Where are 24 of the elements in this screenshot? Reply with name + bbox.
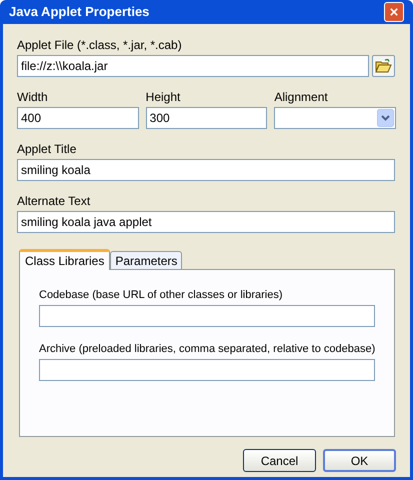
dialog-button[interactable]: OK: [323, 449, 396, 472]
field-label: Alternate Text: [17, 194, 92, 208]
input-field[interactable]: 300: [146, 107, 268, 129]
field-label: Alignment: [274, 90, 329, 104]
input-field[interactable]: [39, 359, 375, 381]
browse-button[interactable]: [372, 55, 395, 77]
tab[interactable]: Parameters: [110, 251, 182, 269]
tab[interactable]: Class Libraries: [19, 249, 110, 270]
field-label: Codebase (base URL of other classes or libraries): [39, 288, 283, 302]
field-label: Applet File (*.class, *.jar, *.cab): [17, 38, 183, 52]
window-title: Java Applet Properties: [9, 3, 150, 22]
field-label: Applet Title: [17, 142, 78, 156]
alignment-dropdown[interactable]: [274, 107, 396, 129]
field-label: Width: [17, 90, 49, 104]
close-button[interactable]: ×: [384, 2, 404, 22]
input-field[interactable]: file://z:\\koala.jar: [17, 55, 369, 77]
folder-icon: [375, 59, 392, 73]
input-field[interactable]: [39, 305, 375, 327]
input-field[interactable]: smiling koala: [17, 159, 395, 181]
input-field[interactable]: 400: [17, 107, 139, 129]
dialog-button[interactable]: Cancel: [243, 449, 316, 472]
input-field[interactable]: smiling koala java applet: [17, 211, 395, 233]
field-label: Archive (preloaded libraries, comma separated, relative to codebase): [39, 342, 376, 356]
field-label: Height: [146, 90, 182, 104]
